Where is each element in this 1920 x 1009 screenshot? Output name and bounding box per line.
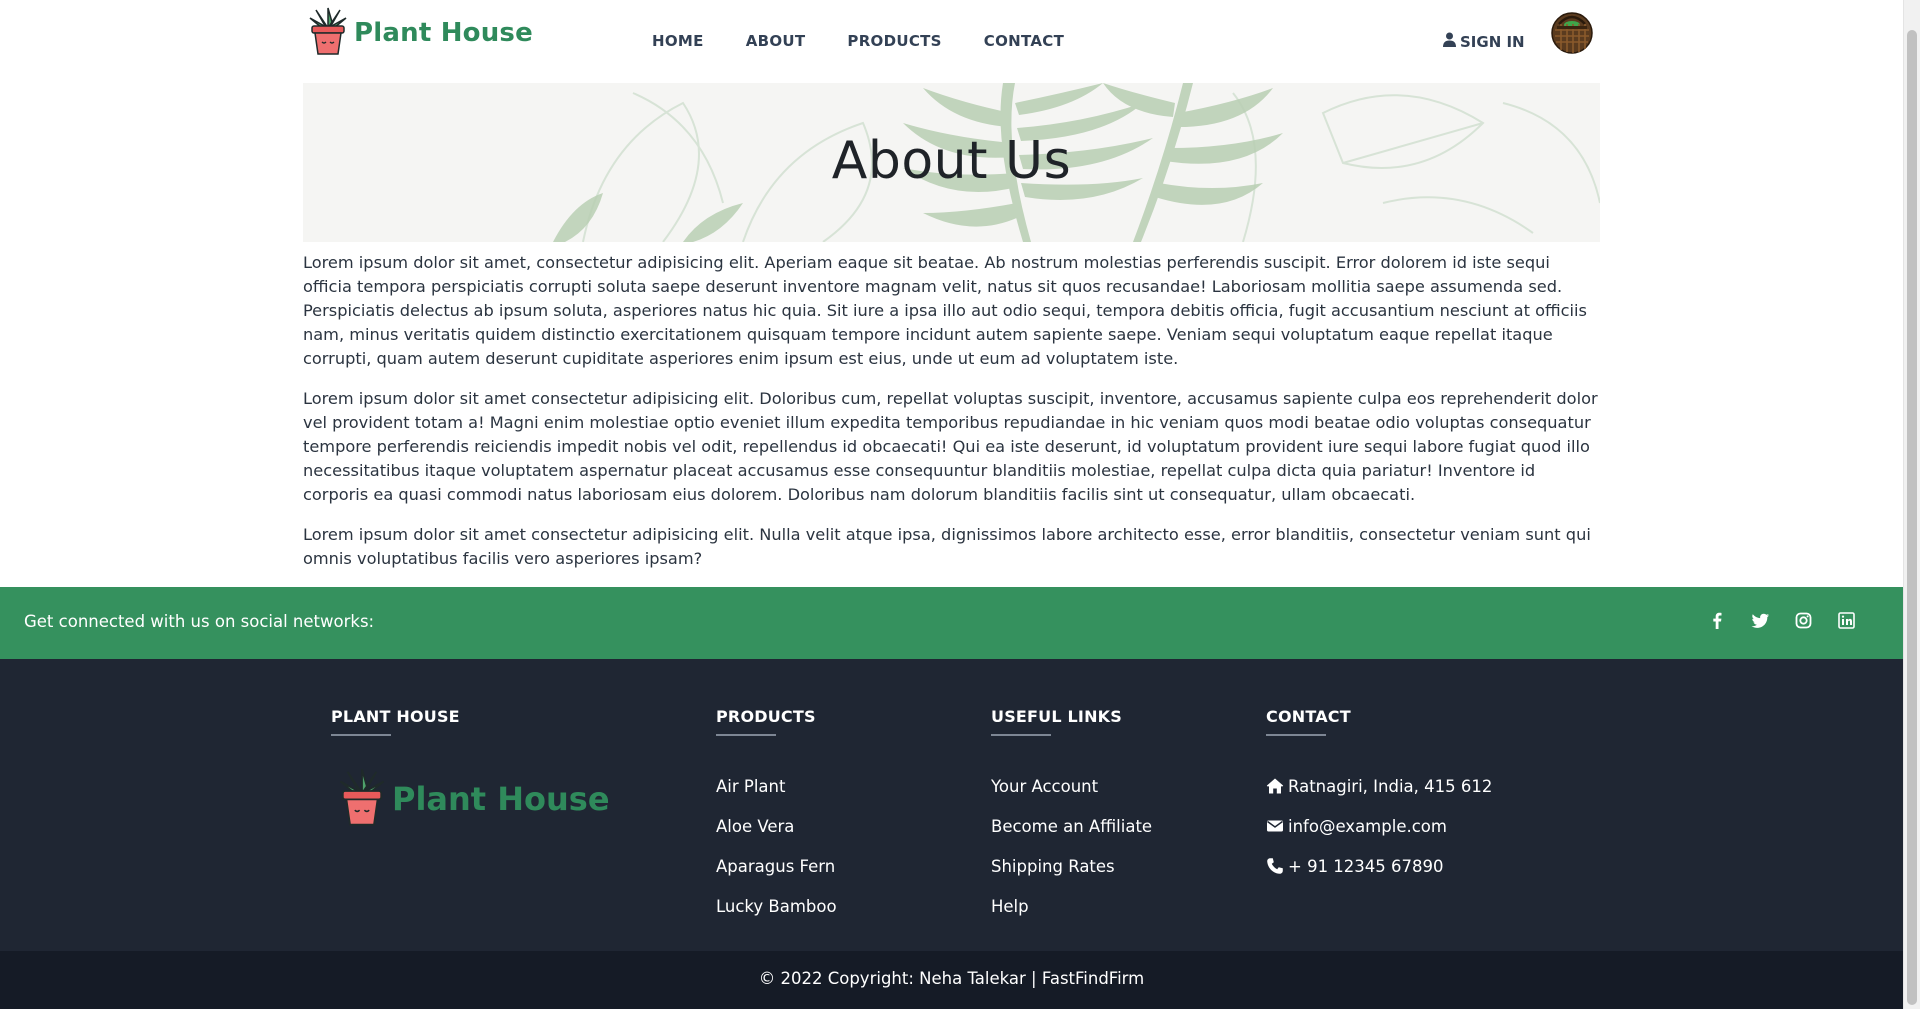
scrollbar-thumb[interactable] (1907, 30, 1917, 1005)
products-list: Air Plant Aloe Vera Aparagus Fern Lucky … (716, 766, 837, 926)
instagram-icon[interactable] (1794, 611, 1813, 630)
about-paragraph: Lorem ipsum dolor sit amet consectetur a… (303, 525, 1591, 568)
footer-link-aloe-vera[interactable]: Aloe Vera (716, 806, 837, 846)
home-icon (1266, 777, 1284, 795)
footer-heading-products: PRODUCTS (716, 707, 816, 726)
page-scrollbar[interactable] (1903, 0, 1920, 1009)
user-icon (1443, 32, 1456, 51)
footer-link-help[interactable]: Help (991, 886, 1152, 926)
sign-in-link[interactable]: SIGN IN (1443, 32, 1525, 51)
nav-about-link[interactable]: ABOUT (746, 32, 806, 50)
footer-brand-name: Plant House (392, 780, 610, 818)
footer-col-products: PRODUCTS Air Plant Aloe Vera Aparagus Fe… (716, 707, 837, 926)
about-paragraph: Lorem ipsum dolor sit amet consectetur a… (303, 389, 1598, 504)
envelope-icon (1266, 817, 1284, 835)
plant-pot-logo-icon (308, 6, 348, 60)
cart-basket-button[interactable] (1551, 12, 1593, 54)
footer-link-aparagus-fern[interactable]: Aparagus Fern (716, 846, 837, 886)
footer-link-air-plant[interactable]: Air Plant (716, 766, 837, 806)
footer-link-affiliate[interactable]: Become an Affiliate (991, 806, 1152, 846)
nav-products-link[interactable]: PRODUCTS (847, 32, 941, 50)
about-content: Lorem ipsum dolor sit amet, consectetur … (303, 251, 1600, 587)
social-icons (1708, 611, 1856, 630)
footer-link-your-account[interactable]: Your Account (991, 766, 1152, 806)
contact-phone-text: + 91 12345 67890 (1288, 856, 1444, 876)
footer-col-about: PLANT HOUSE (331, 707, 460, 736)
main-nav: HOME ABOUT PRODUCTS CONTACT (652, 32, 1106, 50)
footer-heading-contact: CONTACT (1266, 707, 1351, 726)
contact-email[interactable]: info@example.com (1266, 806, 1492, 846)
contact-email-text: info@example.com (1288, 816, 1447, 836)
phone-icon (1266, 857, 1284, 875)
copyright-bar: © 2022 Copyright: Neha Talekar | FastFin… (0, 951, 1903, 1009)
about-hero-banner: About Us (303, 83, 1600, 242)
useful-links-list: Your Account Become an Affiliate Shippin… (991, 766, 1152, 926)
nav-contact-link[interactable]: CONTACT (984, 32, 1064, 50)
nav-home-link[interactable]: HOME (652, 32, 704, 50)
twitter-icon[interactable] (1751, 611, 1770, 630)
basket-icon (1551, 12, 1593, 58)
footer-col-useful-links: USEFUL LINKS Your Account Become an Affi… (991, 707, 1152, 926)
linkedin-icon[interactable] (1837, 611, 1856, 630)
brand-name: Plant House (354, 18, 533, 48)
footer: PLANT HOUSE Plant House PRODUCTS Air Pla… (0, 659, 1903, 951)
footer-heading-plant-house: PLANT HOUSE (331, 707, 460, 726)
footer-link-shipping-rates[interactable]: Shipping Rates (991, 846, 1152, 886)
copyright-text: © 2022 Copyright: Neha Talekar | FastFin… (758, 969, 1145, 988)
social-bar-text: Get connected with us on social networks… (24, 612, 375, 631)
social-bar: Get connected with us on social networks… (0, 587, 1903, 659)
footer-divider (331, 734, 391, 736)
sign-in-label: SIGN IN (1460, 32, 1525, 51)
plant-pot-logo-icon (338, 766, 386, 832)
footer-divider (1266, 734, 1326, 736)
page: Plant House HOME ABOUT PRODUCTS CONTACT … (0, 0, 1920, 1009)
footer-divider (716, 734, 776, 736)
contact-address: Ratnagiri, India, 415 612 (1266, 766, 1492, 806)
footer-divider (991, 734, 1051, 736)
brand-link[interactable]: Plant House (308, 6, 533, 60)
facebook-icon[interactable] (1708, 611, 1727, 630)
navbar: Plant House HOME ABOUT PRODUCTS CONTACT … (0, 0, 1903, 84)
footer-heading-useful-links: USEFUL LINKS (991, 707, 1122, 726)
about-paragraph: Lorem ipsum dolor sit amet, consectetur … (303, 253, 1587, 368)
page-title: About Us (831, 131, 1072, 191)
footer-link-lucky-bamboo[interactable]: Lucky Bamboo (716, 886, 837, 926)
contact-address-text: Ratnagiri, India, 415 612 (1288, 776, 1493, 796)
contact-phone[interactable]: + 91 12345 67890 (1266, 846, 1492, 886)
footer-col-contact: CONTACT Ratnagiri, India, 415 612 info@e… (1266, 707, 1492, 886)
contact-list: Ratnagiri, India, 415 612 info@example.c… (1266, 766, 1492, 886)
footer-logo: Plant House (338, 766, 610, 832)
